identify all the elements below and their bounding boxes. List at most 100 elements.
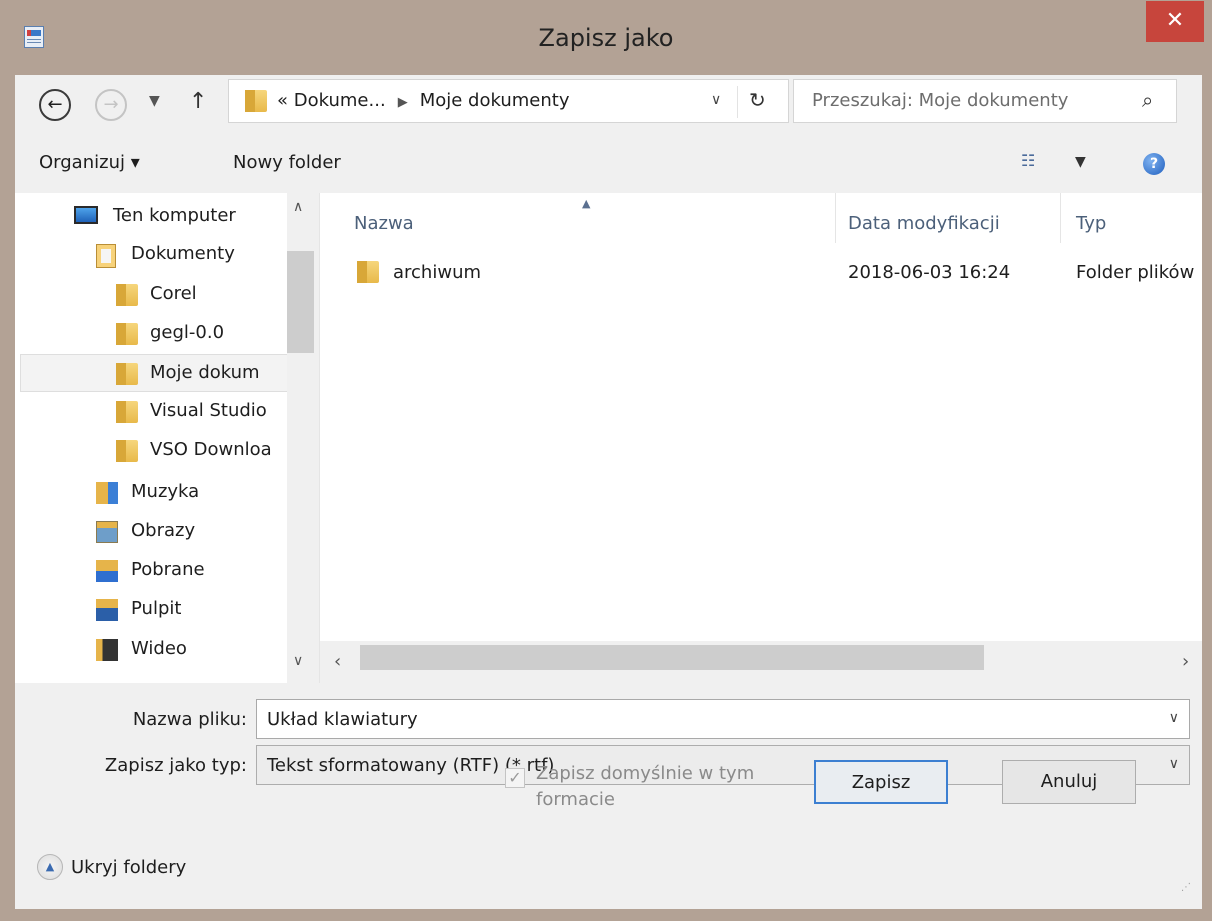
scrollbar-thumb[interactable] bbox=[360, 645, 984, 670]
view-details-icon[interactable]: ☷ bbox=[1021, 151, 1035, 170]
back-arrow-icon: ← bbox=[47, 94, 63, 115]
default-format-checkbox[interactable]: ✓ bbox=[505, 768, 525, 788]
scroll-up-chevron-up-icon[interactable]: ∧ bbox=[293, 199, 303, 215]
checkmark-icon: ✓ bbox=[508, 768, 522, 787]
address-bar[interactable]: « Dokume... ▶ Moje dokumenty ∨ ↻ bbox=[228, 79, 789, 123]
help-icon[interactable]: ? bbox=[1143, 153, 1165, 175]
sidebar-item-label: Pobrane bbox=[131, 559, 205, 580]
search-input[interactable] bbox=[812, 90, 1132, 111]
dialog-body: ← → ▼ ↑ « Dokume... ▶ Moje dokumenty ∨ ↻ ⌕… bbox=[15, 75, 1202, 909]
sidebar-item-label: Moje dokum bbox=[150, 362, 260, 383]
file-list[interactable]: ▲ Nazwa Data modyfikacji Typ archiwum 20… bbox=[320, 193, 1202, 683]
column-header-date-modified[interactable]: Data modyfikacji bbox=[848, 213, 1000, 234]
save-button[interactable]: Zapisz bbox=[814, 760, 948, 804]
up-folder-button[interactable]: ↑ bbox=[189, 89, 207, 114]
forward-arrow-icon: → bbox=[103, 94, 119, 115]
navigation-pane[interactable]: Ten komputer Dokumenty Corel gegl-0.0 Mo… bbox=[15, 193, 319, 683]
column-separator[interactable] bbox=[1060, 193, 1061, 243]
filename-field[interactable]: Układ klawiatury ∨ bbox=[256, 699, 1190, 739]
breadcrumb: « Dokume... ▶ Moje dokumenty bbox=[277, 90, 569, 111]
sidebar-item-label: gegl-0.0 bbox=[150, 322, 225, 343]
filename-dropdown-chevron-down-icon[interactable]: ∨ bbox=[1169, 710, 1179, 726]
downloads-folder-icon bbox=[96, 560, 118, 582]
column-header-type[interactable]: Typ bbox=[1076, 213, 1106, 234]
forward-button[interactable]: → bbox=[95, 89, 127, 121]
title-bar[interactable]: Zapisz jako ✕ bbox=[0, 0, 1212, 75]
folder-icon bbox=[116, 323, 138, 345]
dialog-title: Zapisz jako bbox=[538, 24, 674, 52]
folder-icon bbox=[116, 401, 138, 423]
scroll-right-chevron-icon[interactable]: › bbox=[1182, 651, 1189, 672]
sidebar-item-obrazy[interactable]: Obrazy bbox=[20, 513, 290, 551]
folder-icon bbox=[245, 90, 267, 112]
sidebar-item-vso-downloads[interactable]: VSO Downloa bbox=[20, 432, 290, 470]
file-name-cell: archiwum bbox=[393, 262, 482, 283]
sidebar-item-label: Pulpit bbox=[131, 598, 182, 619]
scroll-down-chevron-down-icon[interactable]: ∨ bbox=[293, 653, 303, 669]
view-dropdown-chevron-down-icon[interactable]: ▼ bbox=[1075, 154, 1086, 170]
table-row[interactable]: archiwum 2018-06-03 16:24 Folder plików bbox=[320, 253, 1202, 291]
default-format-label: Zapisz domyślnie w tym formacie bbox=[536, 763, 755, 810]
address-dropdown-chevron-down-icon[interactable]: ∨ bbox=[711, 92, 721, 108]
music-folder-icon bbox=[96, 482, 118, 504]
sidebar-item-pobrane[interactable]: Pobrane bbox=[20, 552, 290, 590]
resize-grip-icon[interactable]: ⋰ bbox=[1181, 883, 1191, 893]
sidebar-item-corel[interactable]: Corel bbox=[20, 276, 290, 314]
sidebar-item-label: VSO Downloa bbox=[150, 439, 272, 460]
up-arrow-icon: ↑ bbox=[189, 89, 208, 114]
filename-label: Nazwa pliku: bbox=[132, 709, 247, 730]
breadcrumb-separator-icon[interactable]: ▶ bbox=[398, 95, 408, 110]
folder-icon bbox=[116, 363, 138, 385]
search-icon[interactable]: ⌕ bbox=[1142, 88, 1153, 112]
column-header-name[interactable]: Nazwa bbox=[354, 213, 414, 234]
file-list-horizontal-scrollbar[interactable]: ‹ › bbox=[320, 641, 1202, 683]
address-divider bbox=[737, 86, 738, 118]
hide-folders-button[interactable]: ▲ Ukryj foldery bbox=[37, 854, 186, 880]
breadcrumb-moje-dokumenty[interactable]: Moje dokumenty bbox=[420, 90, 570, 111]
sidebar-item-label: Ten komputer bbox=[113, 205, 236, 226]
cancel-button[interactable]: Anuluj bbox=[1002, 760, 1136, 804]
column-separator[interactable] bbox=[835, 193, 836, 243]
file-date-cell: 2018-06-03 16:24 bbox=[848, 262, 1011, 283]
filetype-dropdown-chevron-down-icon[interactable]: ∨ bbox=[1169, 756, 1179, 772]
hide-folders-label: Ukryj foldery bbox=[71, 856, 187, 878]
refresh-icon[interactable]: ↻ bbox=[749, 88, 766, 112]
scroll-left-chevron-icon[interactable]: ‹ bbox=[334, 651, 341, 672]
pictures-folder-icon bbox=[96, 521, 118, 543]
sort-ascending-icon: ▲ bbox=[582, 197, 591, 210]
filetype-label: Zapisz jako typ: bbox=[104, 755, 247, 776]
sidebar-item-ten-komputer[interactable]: Ten komputer bbox=[20, 198, 290, 236]
computer-icon bbox=[74, 206, 98, 224]
sidebar-item-gegl[interactable]: gegl-0.0 bbox=[20, 315, 290, 353]
organize-menu-button[interactable]: Organizuj ▾ bbox=[39, 152, 140, 173]
desktop-folder-icon bbox=[96, 599, 118, 621]
sidebar-item-label: Obrazy bbox=[131, 520, 196, 541]
sidebar-item-moje-dokumenty[interactable]: Moje dokum bbox=[20, 354, 290, 392]
sidebar-item-pulpit[interactable]: Pulpit bbox=[20, 591, 290, 629]
navigation-pane-scrollbar[interactable]: ∧ ∨ bbox=[287, 193, 319, 683]
file-type-cell: Folder plików bbox=[1076, 262, 1195, 283]
sidebar-item-dokumenty[interactable]: Dokumenty bbox=[20, 236, 290, 274]
sidebar-item-label: Corel bbox=[150, 283, 197, 304]
command-bar: Organizuj ▾ Nowy folder ☷ ▼ ? bbox=[15, 135, 1202, 193]
sidebar-item-muzyka[interactable]: Muzyka bbox=[20, 474, 290, 512]
scrollbar-thumb[interactable] bbox=[287, 251, 314, 353]
sidebar-item-label: Muzyka bbox=[131, 481, 200, 502]
search-box[interactable]: ⌕ bbox=[793, 79, 1177, 123]
filename-input[interactable]: Układ klawiatury bbox=[267, 709, 418, 730]
breadcrumb-dokumenty[interactable]: Dokume... bbox=[294, 90, 386, 111]
videos-folder-icon bbox=[96, 639, 118, 661]
recent-locations-dropdown[interactable]: ▼ bbox=[149, 93, 160, 109]
folder-icon bbox=[116, 284, 138, 306]
sidebar-item-wideo[interactable]: Wideo bbox=[20, 631, 290, 669]
folder-icon bbox=[357, 261, 379, 283]
breadcrumb-overflow[interactable]: « bbox=[277, 90, 288, 111]
sidebar-item-label: Visual Studio bbox=[150, 400, 267, 421]
sidebar-item-label: Wideo bbox=[131, 638, 187, 659]
close-button[interactable]: ✕ bbox=[1146, 1, 1204, 42]
chevron-up-circle-icon: ▲ bbox=[37, 854, 63, 880]
back-button[interactable]: ← bbox=[39, 89, 71, 121]
new-folder-button[interactable]: Nowy folder bbox=[233, 152, 341, 173]
save-as-dialog: Zapisz jako ✕ ← → ▼ ↑ « Dokume... ▶ Moje d… bbox=[0, 0, 1212, 921]
sidebar-item-visual-studio[interactable]: Visual Studio bbox=[20, 393, 290, 431]
